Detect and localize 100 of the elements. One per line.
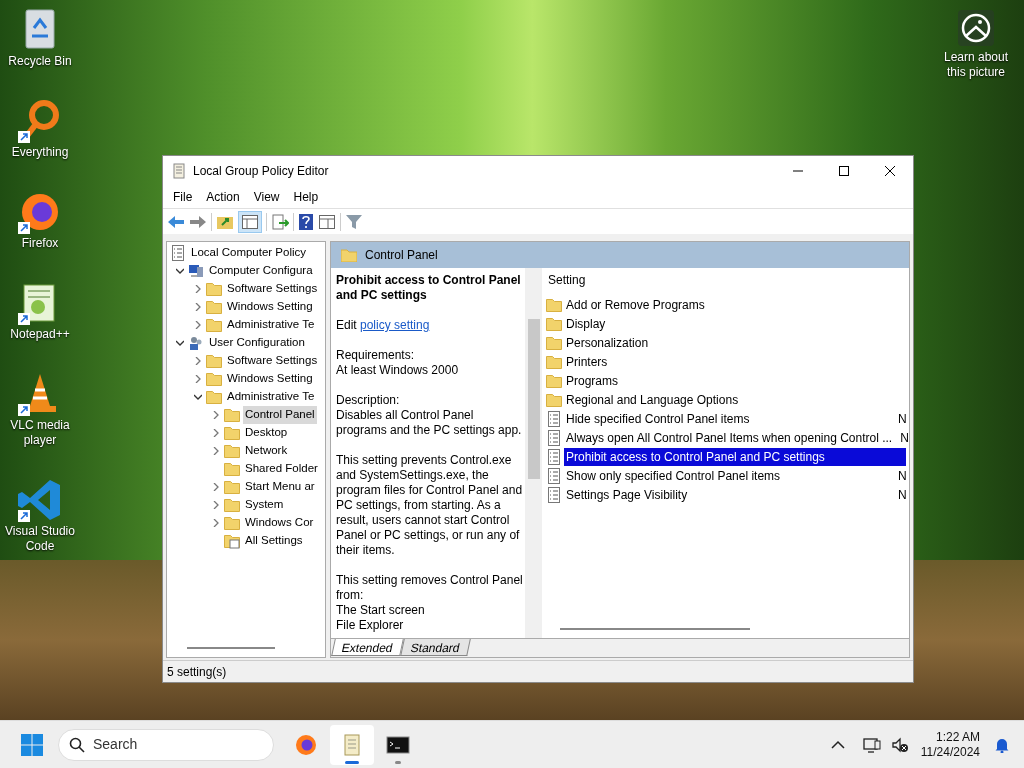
column-header[interactable]: Setting	[548, 271, 891, 292]
desktop-icon-label[interactable]: Recycle Bin	[0, 54, 80, 69]
setting-state: N	[900, 429, 909, 447]
setting-row[interactable]: Personalization	[564, 333, 906, 352]
setting-row[interactable]: Always open All Control Panel Items when opening Control ...	[564, 428, 895, 447]
folder-icon	[206, 317, 222, 333]
picture-info-label[interactable]: Learn about this picture	[936, 50, 1016, 80]
menu-item[interactable]: Action	[199, 187, 247, 206]
view-tab[interactable]: Extended	[331, 639, 404, 656]
tree-item[interactable]: System	[243, 496, 286, 514]
collapsed-caret-icon[interactable]	[212, 501, 220, 509]
tree-item[interactable]: Administrative Te	[225, 316, 317, 334]
description-text: This setting removes Control Panel from: The Start screen File Explorer	[336, 573, 524, 633]
scrollbar-thumb[interactable]	[527, 319, 540, 479]
tree-item[interactable]: All Settings	[243, 532, 305, 550]
tree-item[interactable]: Network	[243, 442, 290, 460]
tree-item[interactable]: Desktop	[243, 424, 290, 442]
collapsed-caret-icon[interactable]	[212, 411, 220, 419]
tree-item[interactable]: Windows Setting	[225, 370, 315, 388]
setting-row[interactable]: Display	[564, 314, 906, 333]
folder-icon	[546, 391, 562, 408]
clock-time[interactable]: 1:22 AM	[935, 729, 980, 745]
chevron-up-icon[interactable]	[830, 739, 845, 750]
folder-icon	[224, 443, 240, 459]
clock-date[interactable]: 11/24/2024	[920, 744, 980, 760]
folder-icon	[206, 299, 222, 315]
folder-icon	[546, 315, 562, 332]
folder-icon	[206, 353, 222, 369]
users-icon	[188, 335, 204, 351]
show-hide-tree-button[interactable]	[238, 210, 262, 233]
tree-item[interactable]: Windows Cor	[243, 514, 316, 532]
start-icon[interactable]	[20, 732, 44, 757]
vertical-scrollbar[interactable]	[525, 268, 542, 638]
folder-icon	[206, 389, 222, 405]
close-icon	[885, 165, 895, 176]
collapsed-caret-icon[interactable]	[194, 375, 202, 383]
tree-item[interactable]: Start Menu ar	[243, 478, 317, 496]
policy-setting-link[interactable]: policy setting	[360, 318, 430, 332]
back-arrow-icon[interactable]	[167, 213, 185, 230]
network-icon[interactable]	[862, 736, 881, 753]
filter-icon[interactable]	[345, 213, 363, 230]
tree-item[interactable]: Local Computer Policy	[189, 244, 309, 262]
setting-row[interactable]: Add or Remove Programs	[564, 295, 906, 314]
forward-arrow-icon[interactable]	[189, 213, 207, 230]
expanded-caret-icon[interactable]	[194, 393, 202, 401]
edit-label: Edit	[336, 318, 358, 332]
setting-state: N	[898, 486, 906, 504]
collapsed-caret-icon[interactable]	[194, 357, 202, 365]
desktop-icon-label[interactable]: Notepad++	[0, 327, 80, 342]
search-icon	[69, 736, 85, 753]
collapsed-caret-icon[interactable]	[212, 519, 220, 527]
collapsed-caret-icon[interactable]	[194, 303, 202, 311]
tree-item[interactable]: Software Settings	[225, 280, 320, 298]
console-tree-icon	[242, 214, 258, 229]
setting-row[interactable]: Settings Page Visibility	[564, 485, 892, 504]
policy-setting-icon	[546, 467, 562, 484]
desktop-icon-label[interactable]: Visual Studio Code	[0, 524, 80, 554]
setting-row[interactable]: Hide specified Control Panel items	[564, 409, 892, 428]
expanded-caret-icon[interactable]	[176, 267, 184, 275]
collapsed-caret-icon[interactable]	[212, 429, 220, 437]
view-tab[interactable]: Standard	[399, 639, 471, 656]
menu-item[interactable]: File	[166, 187, 200, 206]
tree-item[interactable]: Administrative Te	[225, 388, 317, 406]
horizontal-scrollbar[interactable]	[187, 647, 275, 649]
collapsed-caret-icon[interactable]	[194, 285, 202, 293]
folder-icon	[224, 497, 240, 513]
setting-row[interactable]: Programs	[564, 371, 906, 390]
maximize-icon	[839, 165, 849, 176]
description-text: Description: Disables all Control Panel programs and the PC settings app.	[336, 393, 523, 438]
collapsed-caret-icon[interactable]	[194, 321, 202, 329]
window-title: Local Group Policy Editor	[193, 162, 329, 180]
menu-item[interactable]: View	[246, 187, 287, 206]
tree-item[interactable]: Windows Setting	[225, 298, 315, 316]
picture-info-icon[interactable]	[958, 10, 994, 46]
tree-item[interactable]: User Configuration	[207, 334, 307, 352]
expanded-caret-icon[interactable]	[176, 339, 184, 347]
help-icon[interactable]	[298, 212, 314, 231]
tree-item[interactable]: Software Settings	[225, 352, 320, 370]
policy-title: Prohibit access to Control Panel and PC settings	[336, 273, 522, 303]
setting-row[interactable]: Prohibit access to Control Panel and PC settings	[564, 447, 906, 466]
collapsed-caret-icon[interactable]	[212, 483, 220, 491]
folder-icon	[224, 461, 240, 477]
horizontal-scrollbar[interactable]	[560, 628, 750, 630]
collapsed-caret-icon[interactable]	[212, 447, 220, 455]
tree-item[interactable]: Shared Folder	[243, 460, 320, 478]
desktop-icon-label[interactable]: Everything	[0, 145, 80, 160]
notification-bell-icon[interactable]	[994, 736, 1010, 753]
setting-row[interactable]: Regional and Language Options	[564, 390, 906, 409]
desktop-icon-label[interactable]: Firefox	[0, 236, 80, 251]
setting-row[interactable]: Show only specified Control Panel items	[564, 466, 892, 485]
desktop-icon-label[interactable]: VLC media player	[0, 418, 80, 448]
menu-item[interactable]: Help	[286, 187, 326, 206]
properties-pane-icon[interactable]	[318, 213, 336, 230]
export-list-icon[interactable]	[271, 213, 289, 230]
tree-item[interactable]: Control Panel	[243, 406, 317, 424]
description-text: Requirements: At least Windows 2000	[336, 348, 460, 378]
tree-item[interactable]: Computer Configura	[207, 262, 315, 280]
search-field[interactable]: Search	[58, 728, 274, 761]
volume-muted-icon[interactable]	[890, 736, 909, 753]
setting-row[interactable]: Printers	[564, 352, 906, 371]
